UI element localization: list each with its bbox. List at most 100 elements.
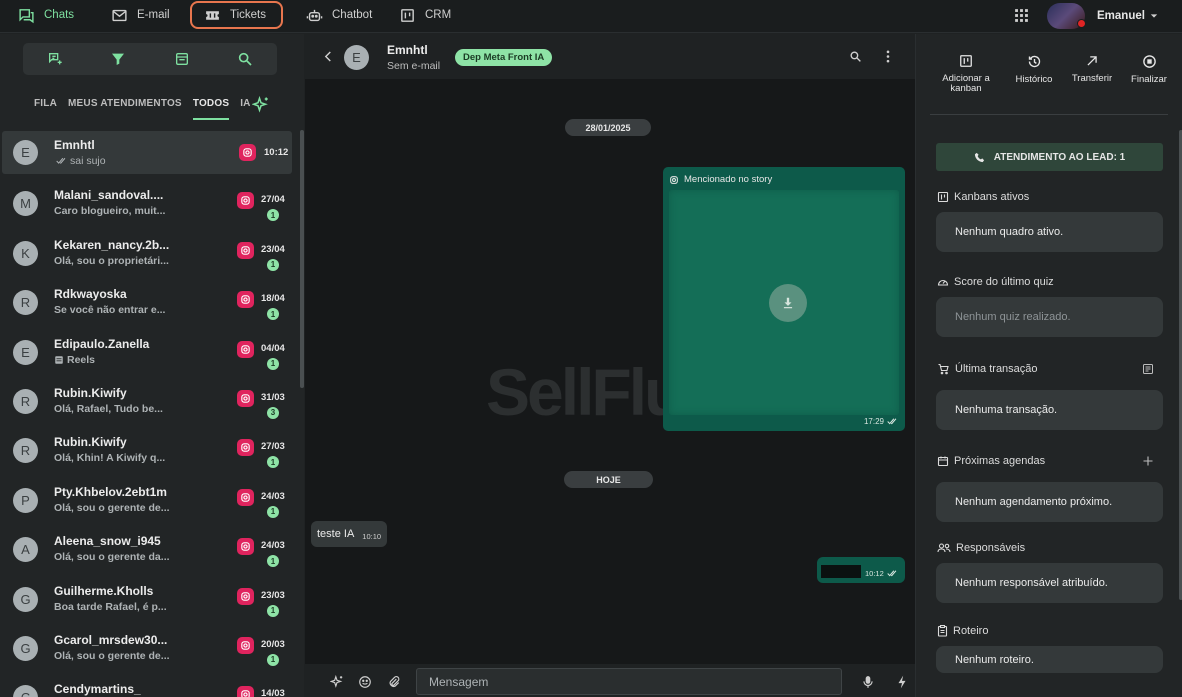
unread-badge: 1 bbox=[267, 653, 279, 666]
contact-avatar: E bbox=[13, 140, 38, 165]
conversation-item[interactable]: R Rubin.Kiwify Olá, Khin! A Kiwify q... … bbox=[0, 427, 300, 476]
status-dot bbox=[1077, 19, 1086, 28]
kanbans-value: Nenhum quadro ativo. bbox=[936, 212, 1163, 252]
conversation-item[interactable]: G Gcarol_mrsdew30... Olá, sou o gerente … bbox=[0, 625, 300, 674]
contact-name: Gcarol_mrsdew30... bbox=[54, 632, 168, 647]
unread-badge: 3 bbox=[267, 406, 279, 419]
conversation-time: 23/04 bbox=[261, 243, 285, 255]
receipt-icon[interactable] bbox=[1142, 363, 1154, 375]
instagram-icon bbox=[237, 192, 254, 210]
nav-chats-label: Chats bbox=[44, 9, 75, 21]
tab-fila[interactable]: FILA bbox=[34, 98, 57, 120]
double-check-icon bbox=[56, 157, 67, 165]
conversation-item[interactable]: P Pty.Khbelov.2ebt1m Olá, sou o gerente … bbox=[0, 477, 300, 526]
tab-todos[interactable]: TODOS bbox=[192, 98, 230, 120]
tab-ia[interactable]: IA bbox=[240, 98, 250, 120]
nav-chatbot-label: Chatbot bbox=[332, 9, 373, 21]
conversation-item[interactable]: C Cendymartins_ 14/03 bbox=[0, 674, 300, 697]
nav-email-label: E-mail bbox=[137, 9, 170, 21]
conversation-item[interactable]: R Rdkwayoska Se você não entrar e... 18/… bbox=[0, 279, 300, 328]
incoming-message: teste IA 10:10 bbox=[311, 521, 388, 547]
instagram-icon bbox=[237, 636, 254, 654]
sparkle-icon[interactable] bbox=[330, 675, 344, 689]
mail-icon bbox=[111, 7, 128, 24]
chat-header: E Emnhtl Sem e-mail Dep Meta Front IA bbox=[305, 34, 915, 79]
apps-grid-icon[interactable] bbox=[1013, 7, 1030, 24]
message-preview: Olá, Khin! A Kiwify q... bbox=[54, 452, 166, 465]
conversation-tabs: FILA MEUS ATENDIMENTOS TODOS IA bbox=[34, 98, 262, 120]
responsibles-value: Nenhum responsável atribuído. bbox=[936, 563, 1163, 603]
instagram-icon bbox=[239, 144, 256, 161]
message-preview: Olá, sou o gerente da... bbox=[54, 551, 170, 564]
conversation-item[interactable]: E Emnhtl sai sujo 10:12 bbox=[2, 131, 292, 174]
filter-icon[interactable] bbox=[110, 51, 126, 67]
conversation-item[interactable]: R Rubin.Kiwify Olá, Rafael, Tudo be... 3… bbox=[0, 378, 300, 427]
plus-icon[interactable] bbox=[1142, 455, 1154, 467]
conversation-item[interactable]: E Edipaulo.Zanella Reels 04/04 1 bbox=[0, 329, 300, 378]
scrollbar[interactable] bbox=[300, 130, 304, 388]
conversation-toolbar bbox=[23, 43, 277, 75]
arrow-up-right-icon bbox=[1060, 54, 1124, 68]
nav-crm[interactable]: CRM bbox=[387, 1, 463, 29]
caret-down-icon[interactable] bbox=[1150, 12, 1158, 20]
calendar-icon bbox=[937, 455, 949, 467]
chevron-left-icon[interactable] bbox=[324, 51, 333, 62]
contact-avatar: R bbox=[13, 290, 38, 316]
nav-tickets-label: Tickets bbox=[230, 9, 266, 21]
story-label: Mencionado no story bbox=[669, 174, 772, 185]
conversation-item[interactable]: G Guilherme.Kholls Boa tarde Rafael, é p… bbox=[0, 576, 300, 625]
message-preview: Caro blogueiro, muit... bbox=[54, 205, 166, 218]
unread-badge: 1 bbox=[267, 555, 279, 568]
top-navigation-bar: Chats E-mail Tickets Chatbot CRM Emanuel bbox=[0, 0, 1182, 33]
conversation-list: E Emnhtl sai sujo 10:12 M Malani_sandova… bbox=[0, 131, 300, 697]
stop-icon bbox=[1117, 54, 1181, 69]
contact-name: Rubin.Kiwify bbox=[54, 385, 127, 400]
add-to-kanban-button[interactable]: Adicionar a kanban bbox=[934, 54, 998, 94]
conversation-item[interactable]: A Aleena_snow_i945 Olá, sou o gerente da… bbox=[0, 526, 300, 575]
history-button[interactable]: Histórico bbox=[1002, 54, 1066, 85]
contact-name: Pty.Khbelov.2ebt1m bbox=[54, 484, 167, 499]
chat-icon bbox=[18, 7, 35, 24]
section-title-script: Roteiro bbox=[937, 625, 988, 637]
quiz-score-value: Nenhum quiz realizado. bbox=[936, 297, 1163, 337]
new-conversation-icon[interactable] bbox=[47, 51, 63, 67]
nav-chats[interactable]: Chats bbox=[6, 1, 86, 29]
emoji-icon[interactable] bbox=[358, 675, 372, 689]
conversation-time: 31/03 bbox=[261, 391, 285, 403]
conversation-item[interactable]: M Malani_sandoval.... Caro blogueiro, mu… bbox=[0, 180, 300, 229]
conversation-item[interactable]: K Kekaren_nancy.2b... Olá, sou o proprie… bbox=[0, 230, 300, 279]
conversation-time: 27/03 bbox=[261, 441, 285, 453]
nav-tickets[interactable]: Tickets bbox=[190, 1, 283, 29]
instagram-icon bbox=[237, 488, 254, 506]
sparkle-icon[interactable] bbox=[252, 96, 270, 114]
message-preview: Olá, sou o gerente de... bbox=[54, 501, 170, 514]
search-icon[interactable] bbox=[849, 50, 862, 63]
chat-panel: E Emnhtl Sem e-mail Dep Meta Front IA Se… bbox=[305, 34, 915, 697]
nav-chatbot[interactable]: Chatbot bbox=[294, 1, 384, 29]
contact-name: Rdkwayoska bbox=[54, 287, 127, 302]
transfer-button[interactable]: Transferir bbox=[1060, 54, 1124, 84]
kanban-icon bbox=[937, 191, 949, 203]
instagram-icon bbox=[237, 538, 254, 556]
user-name[interactable]: Emanuel bbox=[1097, 10, 1145, 22]
download-button[interactable] bbox=[769, 284, 807, 322]
message-input[interactable] bbox=[416, 668, 842, 695]
nav-email[interactable]: E-mail bbox=[99, 1, 182, 29]
date-divider: HOJE bbox=[564, 471, 653, 488]
story-mention-message: Mencionado no story 17:29 bbox=[663, 167, 905, 431]
attachment-icon[interactable] bbox=[387, 675, 401, 689]
inbox-icon[interactable] bbox=[174, 51, 190, 67]
more-options-icon[interactable] bbox=[886, 50, 890, 63]
tab-meus-atendimentos[interactable]: MEUS ATENDIMENTOS bbox=[68, 98, 182, 120]
outgoing-message: 10:12 bbox=[817, 557, 905, 583]
message-preview: Olá, sou o proprietári... bbox=[54, 254, 169, 267]
section-title-last-transaction: Última transação bbox=[937, 363, 1038, 375]
lead-attendance-button[interactable]: ATENDIMENTO AO LEAD: 1 bbox=[936, 143, 1163, 171]
instagram-icon bbox=[237, 389, 254, 407]
message-preview: Olá, sou o gerente de... bbox=[54, 649, 170, 662]
conversation-time: 14/03 bbox=[261, 688, 285, 697]
search-icon[interactable] bbox=[237, 51, 253, 67]
finish-button[interactable]: Finalizar bbox=[1117, 54, 1181, 85]
microphone-icon[interactable] bbox=[862, 675, 874, 689]
lightning-icon[interactable] bbox=[897, 675, 907, 689]
